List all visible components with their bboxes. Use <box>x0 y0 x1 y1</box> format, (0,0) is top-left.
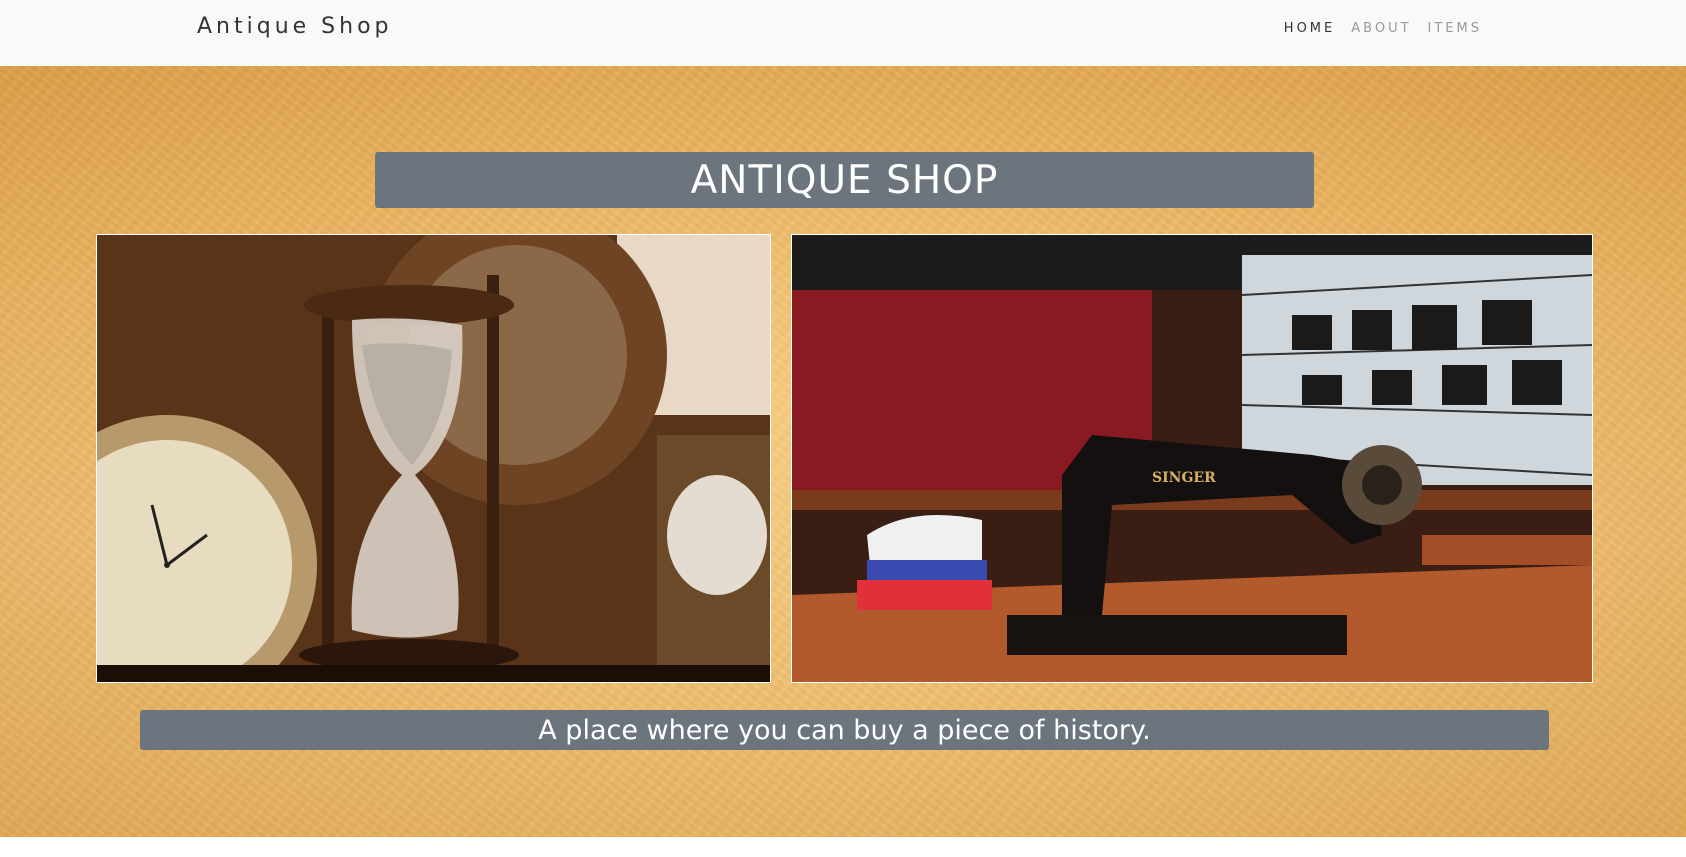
brand-logo[interactable]: Antique Shop <box>197 14 393 39</box>
nav-link-about[interactable]: ABOUT <box>1351 21 1411 36</box>
svg-text:SINGER: SINGER <box>1152 470 1216 486</box>
page-title: ANTIQUE SHOP <box>690 157 999 203</box>
navbar: Antique Shop HOME ABOUT ITEMS <box>0 0 1686 66</box>
hourglass-clocks-image <box>96 234 771 683</box>
nav-link-home[interactable]: HOME <box>1284 21 1335 36</box>
nav-link-items[interactable]: ITEMS <box>1428 21 1482 36</box>
nav-links: HOME ABOUT ITEMS <box>1284 21 1482 36</box>
tagline-banner: A place where you can buy a piece of his… <box>140 710 1549 750</box>
hero-section: ANTIQUE SHOP SINGER A place where you ca… <box>0 66 1686 837</box>
sewing-machine-shop-image: SINGER <box>791 234 1593 683</box>
title-banner: ANTIQUE SHOP <box>375 152 1314 208</box>
tagline-text: A place where you can buy a piece of his… <box>538 714 1151 746</box>
